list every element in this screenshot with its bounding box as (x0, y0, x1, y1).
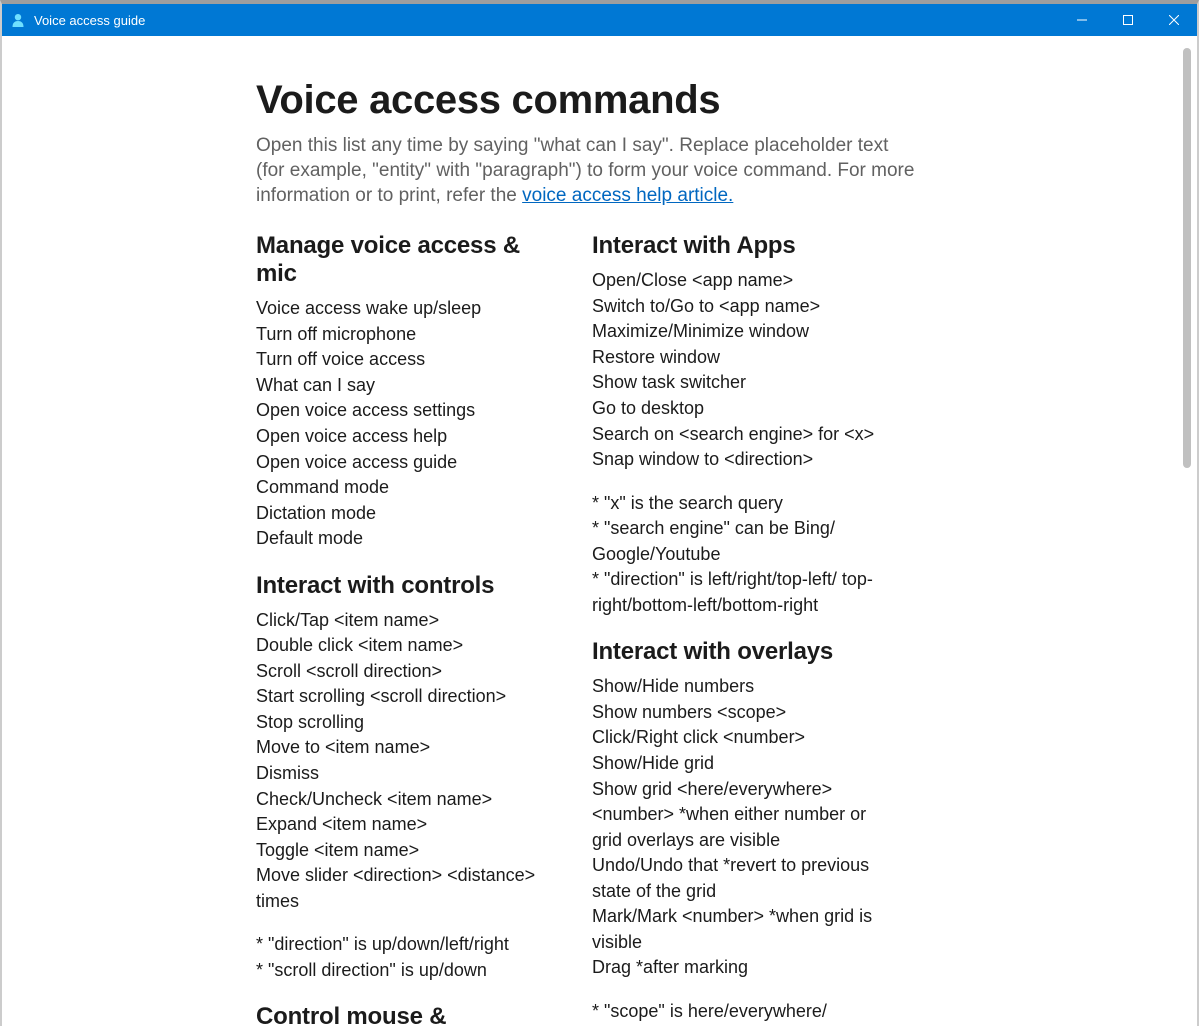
command-item: Expand <item name> (256, 812, 556, 838)
command-item: Mark/Mark <number> *when grid is visible (592, 904, 892, 955)
window-controls (1059, 4, 1197, 36)
command-item: Show numbers <scope> (592, 700, 892, 726)
note-item: * "scroll direction" is up/down (256, 958, 556, 984)
command-item: Snap window to <direction> (592, 447, 892, 473)
command-item: Drag *after marking (592, 955, 892, 981)
notes: * "x" is the search query * "search engi… (592, 491, 892, 619)
section-interact-controls: Interact with controls (256, 572, 556, 600)
command-list: Show/Hide numbers Show numbers <scope> C… (592, 674, 892, 981)
command-item: Maximize/Minimize window (592, 319, 892, 345)
command-item: Show/Hide numbers (592, 674, 892, 700)
close-button[interactable] (1151, 4, 1197, 36)
command-item: Start scrolling <scroll direction> (256, 684, 556, 710)
command-item: Move slider <direction> <distance> times (256, 863, 556, 914)
scroll-region: Voice access commands Open this list any… (4, 40, 1175, 1026)
command-item: Show/Hide grid (592, 751, 892, 777)
command-item: Turn off voice access (256, 347, 556, 373)
client-area: Voice access commands Open this list any… (4, 40, 1195, 1026)
command-item: Search on <search engine> for <x> (592, 422, 892, 448)
notes: * "direction" is up/down/left/right * "s… (256, 932, 556, 983)
command-item: Show task switcher (592, 370, 892, 396)
command-item: Click/Right click <number> (592, 725, 892, 751)
note-item: * "direction" is left/right/top-left/ to… (592, 567, 892, 618)
content: Voice access commands Open this list any… (4, 40, 1175, 1026)
app-window: Voice access guide Voice access commands… (0, 0, 1199, 1026)
titlebar[interactable]: Voice access guide (2, 4, 1197, 36)
section-interact-overlays: Interact with overlays (592, 638, 892, 666)
right-column: Interact with Apps Open/Close <app name>… (592, 232, 892, 1026)
app-icon (10, 12, 26, 28)
command-item: Scroll <scroll direction> (256, 659, 556, 685)
command-item: Turn off microphone (256, 322, 556, 348)
command-item: Stop scrolling (256, 710, 556, 736)
note-item: * "direction" is up/down/left/right (256, 932, 556, 958)
command-item: What can I say (256, 373, 556, 399)
maximize-button[interactable] (1105, 4, 1151, 36)
command-item: Check/Uncheck <item name> (256, 787, 556, 813)
minimize-button[interactable] (1059, 4, 1105, 36)
section-manage-mic: Manage voice access & mic (256, 232, 556, 288)
note-item: * "scope" is here/everywhere/ (592, 999, 892, 1025)
command-item: <number> *when either number or grid ove… (592, 802, 892, 853)
command-item: Open voice access help (256, 424, 556, 450)
section-interact-apps: Interact with Apps (592, 232, 892, 260)
command-item: Go to desktop (592, 396, 892, 422)
command-item: Double click <item name> (256, 633, 556, 659)
command-item: Dismiss (256, 761, 556, 787)
command-item: Restore window (592, 345, 892, 371)
scrollbar-thumb[interactable] (1183, 48, 1191, 468)
intro-paragraph: Open this list any time by saying "what … (256, 133, 916, 208)
command-item: Move to <item name> (256, 735, 556, 761)
note-item: * "x" is the search query (592, 491, 892, 517)
command-item: Show grid <here/everywhere> (592, 777, 892, 803)
section-mouse-keyboard: Control mouse & keyboard (256, 1003, 556, 1026)
command-item: Open voice access guide (256, 450, 556, 476)
help-article-link[interactable]: voice access help article. (522, 185, 733, 206)
scrollbar[interactable] (1179, 40, 1195, 1026)
left-column: Manage voice access & mic Voice access w… (256, 232, 556, 1026)
window-title: Voice access guide (34, 13, 145, 28)
command-item: Open voice access settings (256, 398, 556, 424)
command-list: Open/Close <app name> Switch to/Go to <a… (592, 268, 892, 472)
command-item: Command mode (256, 475, 556, 501)
page-title: Voice access commands (256, 78, 1175, 123)
command-item: Voice access wake up/sleep (256, 296, 556, 322)
command-list: Click/Tap <item name> Double click <item… (256, 608, 556, 915)
command-list: Voice access wake up/sleep Turn off micr… (256, 296, 556, 551)
command-item: Click/Tap <item name> (256, 608, 556, 634)
command-item: Toggle <item name> (256, 838, 556, 864)
command-item: Switch to/Go to <app name> (592, 294, 892, 320)
command-item: Open/Close <app name> (592, 268, 892, 294)
notes: * "scope" is here/everywhere/ (592, 999, 892, 1025)
command-item: Default mode (256, 526, 556, 552)
command-item: Undo/Undo that *revert to previous state… (592, 853, 892, 904)
command-item: Dictation mode (256, 501, 556, 527)
note-item: * "search engine" can be Bing/ Google/Yo… (592, 516, 892, 567)
